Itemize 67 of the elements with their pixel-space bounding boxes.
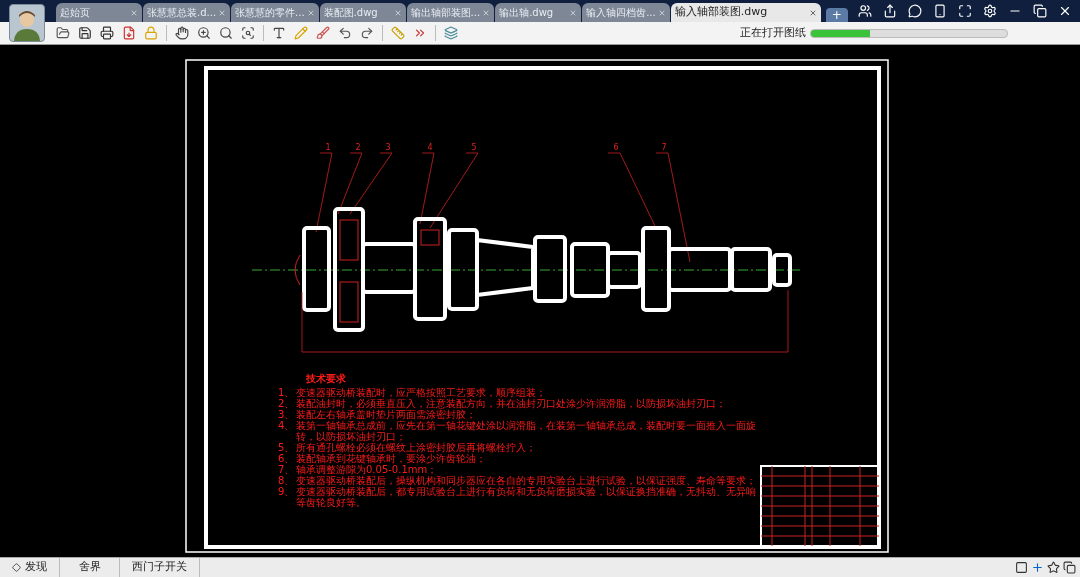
settings-icon[interactable] xyxy=(983,4,997,18)
crosshair-icon[interactable] xyxy=(1031,561,1044,574)
star-icon[interactable] xyxy=(1047,561,1060,574)
note-text: 轴承调整游隙为0.05-0.1mm； xyxy=(296,464,438,475)
note-text: 变速器驱动桥装配后，都专用试验台上进行有负荷和无负荷磨损实验，以保证换挡准确，无抖动、无异响等齿轮良好等。 xyxy=(296,486,756,508)
note-number: 5、 xyxy=(278,442,296,453)
note-text: 装配油封时，必须垂直压入，注意装配方向，并在油封刃口处涂少许润滑脂，以防损坏油封刃口； xyxy=(296,398,726,409)
note-text: 装第一轴轴承总成前，应先在第一轴花键处涂以润滑脂，在装第一轴轴承总成，装配时要一面推入一面旋转，以防损坏油封刃口； xyxy=(296,420,756,442)
pdf-icon[interactable] xyxy=(122,26,136,40)
new-tab-button[interactable]: + xyxy=(825,8,848,22)
diamond-icon xyxy=(12,563,21,572)
file-tab[interactable]: 输入轴四档齿... xyxy=(582,3,670,22)
restore-icon[interactable] xyxy=(1033,4,1047,18)
note-number: 4、 xyxy=(278,420,296,433)
brush-icon[interactable] xyxy=(316,26,330,40)
undo-icon[interactable] xyxy=(338,26,352,40)
note-number: 8、 xyxy=(278,475,296,486)
balloon-number: 2 xyxy=(355,143,361,152)
file-tab[interactable]: 装配图.dwg xyxy=(319,3,406,22)
chat-icon[interactable] xyxy=(908,4,922,18)
balloon-number: 1 xyxy=(325,143,331,152)
search-icon[interactable] xyxy=(219,26,233,40)
print-icon[interactable] xyxy=(100,26,114,40)
note-text: 变速器驱动桥装配后，操纵机构和同步器应在各自的专用实验台上进行试验，以保证强度、寿命等要求； xyxy=(296,475,756,486)
file-tab[interactable]: 起始页 xyxy=(56,3,142,22)
balloon-number: 7 xyxy=(661,143,667,152)
note-number: 3、 xyxy=(278,409,296,420)
fullscreen-icon[interactable] xyxy=(958,4,972,18)
status-tab[interactable]: 西门子开关 xyxy=(120,558,200,577)
note-text: 装配左右轴承盖时垫片两面需涂密封胶； xyxy=(296,409,476,420)
text-icon[interactable] xyxy=(272,26,286,40)
file-tab[interactable]: 输出轴部装图... xyxy=(406,3,495,22)
status-tab[interactable]: 发现 xyxy=(0,558,60,577)
window-icon[interactable] xyxy=(1063,561,1076,574)
redo-icon[interactable] xyxy=(360,26,374,40)
note-number: 9、 xyxy=(278,486,296,499)
loading-label: 正在打开图纸 xyxy=(740,24,806,41)
folder-icon[interactable] xyxy=(56,26,70,40)
note-number: 1、 xyxy=(278,387,296,398)
user-avatar[interactable] xyxy=(9,4,45,42)
file-tab[interactable]: 输入轴部装图.dwg xyxy=(670,3,821,22)
file-tab[interactable]: 张慧慧的零件... xyxy=(231,3,319,22)
status-tab[interactable]: 舍界 xyxy=(60,558,120,577)
zoom-window-icon[interactable] xyxy=(241,26,255,40)
file-tab[interactable]: 张慧慧总装.d... xyxy=(143,3,231,22)
share-icon[interactable] xyxy=(883,4,897,18)
hand-icon[interactable] xyxy=(175,26,189,40)
notes-title: 技术要求 xyxy=(306,373,346,384)
note-number: 6、 xyxy=(278,453,296,464)
zoom-in-icon[interactable] xyxy=(197,26,211,40)
file-tab[interactable]: 输出轴.dwg xyxy=(495,3,582,22)
balloon-number: 5 xyxy=(471,143,477,152)
note-text: 变速器驱动桥装配时，应严格按照工艺要求，顺序组装； xyxy=(296,387,546,398)
note-number: 7、 xyxy=(278,464,296,475)
note-number: 2、 xyxy=(278,398,296,409)
balloon-number: 6 xyxy=(613,143,619,152)
balloon-number: 4 xyxy=(427,143,433,152)
close-icon[interactable] xyxy=(1058,4,1072,18)
balloon-number: 3 xyxy=(385,143,391,152)
tab-close-icon[interactable] xyxy=(808,8,817,17)
users-icon[interactable] xyxy=(858,4,872,18)
layers-icon[interactable] xyxy=(444,26,458,40)
phone-icon[interactable] xyxy=(933,4,947,18)
save-icon[interactable] xyxy=(78,26,92,40)
note-text: 装配轴承到花键轴承时，要涂少许齿轮油； xyxy=(296,453,486,464)
note-text: 所有通孔螺栓必须在螺纹上涂密封胶后再将螺栓拧入； xyxy=(296,442,536,453)
model-icon[interactable] xyxy=(1015,561,1028,574)
